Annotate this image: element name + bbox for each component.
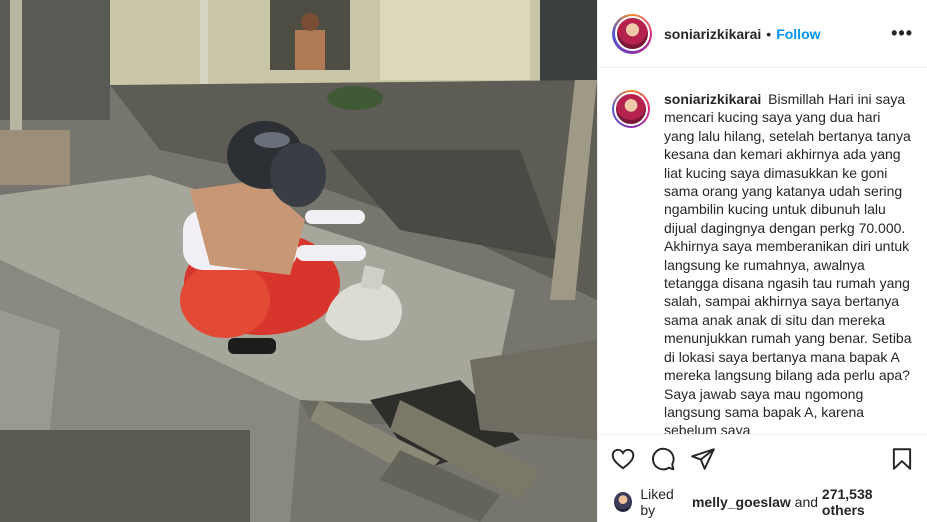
post-image xyxy=(0,0,597,522)
caption-avatar[interactable] xyxy=(612,90,650,128)
liker-avatar[interactable] xyxy=(614,492,633,512)
avatar-image xyxy=(614,16,650,51)
avatar-image xyxy=(614,92,648,126)
instagram-post: soniarizkikarai • Follow ••• soniarizkik… xyxy=(0,0,927,522)
likes-connector: and xyxy=(794,494,819,510)
caption-body: soniarizkikarai Bismillah Hari ini saya … xyxy=(664,90,913,434)
heart-icon[interactable] xyxy=(610,446,636,472)
liker-username[interactable]: melly_goeslaw xyxy=(692,494,791,510)
likes-prefix: Liked by xyxy=(640,486,674,518)
more-options-button[interactable]: ••• xyxy=(891,23,913,44)
separator-dot: • xyxy=(766,25,772,42)
caption-username[interactable]: soniarizkikarai xyxy=(664,91,761,107)
likes-others-count[interactable]: 271,538 others xyxy=(822,486,911,518)
caption-section: soniarizkikarai Bismillah Hari ini saya … xyxy=(598,68,927,434)
action-bar xyxy=(598,434,927,482)
follow-button[interactable]: Follow xyxy=(776,26,820,42)
post-header: soniarizkikarai • Follow ••• xyxy=(598,0,927,68)
caption-text: Bismillah Hari ini saya mencari kucing s… xyxy=(664,91,912,434)
post-photo[interactable] xyxy=(0,0,597,522)
comment-icon[interactable] xyxy=(650,446,676,472)
author-avatar[interactable] xyxy=(612,13,652,54)
bookmark-icon[interactable] xyxy=(889,446,915,472)
paper-plane-icon[interactable] xyxy=(690,446,716,472)
author-username[interactable]: soniarizkikarai xyxy=(664,26,761,42)
likes-summary: Liked by melly_goeslaw and 271,538 other… xyxy=(598,482,927,522)
post-sidebar: soniarizkikarai • Follow ••• soniarizkik… xyxy=(597,0,927,522)
